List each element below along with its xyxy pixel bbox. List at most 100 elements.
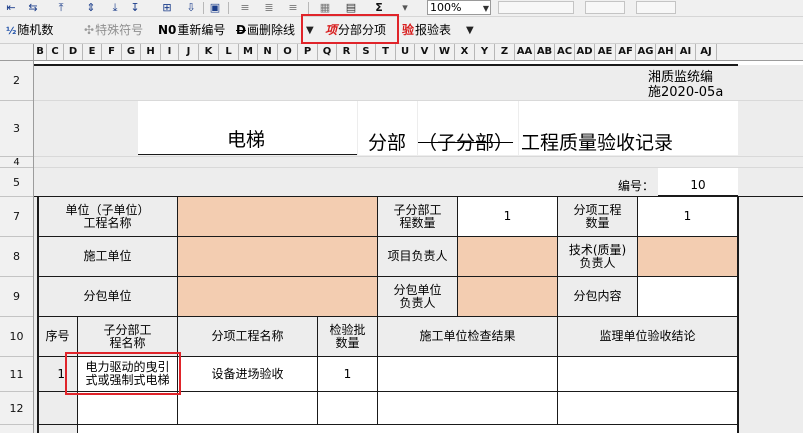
item-count-value[interactable]: 1 (638, 197, 738, 237)
row2-item[interactable] (178, 392, 318, 425)
random-icon: ½ (6, 26, 17, 37)
row1-check[interactable] (378, 357, 558, 392)
column-header-i[interactable]: I (161, 44, 179, 60)
column-header-o[interactable]: O (278, 44, 298, 60)
zoom-select[interactable]: 100% ▼ (427, 0, 491, 15)
column-header-z[interactable]: Z (495, 44, 515, 60)
line-spacing-icon[interactable]: ≡ (238, 1, 252, 14)
border-icon[interactable]: ▦ (318, 1, 332, 14)
fill-icon[interactable]: ⇩ (184, 1, 198, 14)
highlight-box-cell (65, 352, 181, 395)
sum-icon[interactable]: Σ (372, 1, 386, 14)
column-header-c[interactable]: C (47, 44, 64, 60)
row2-check[interactable] (378, 392, 558, 425)
column-header-f[interactable]: F (102, 44, 122, 60)
report-form-button[interactable]: 验报验表 (402, 17, 451, 44)
column-header-ai[interactable]: AI (676, 44, 696, 60)
column-header-p[interactable]: P (298, 44, 318, 60)
row1-count[interactable]: 1 (318, 357, 378, 392)
sub-count-value[interactable]: 1 (458, 197, 558, 237)
outdent-icon[interactable]: ≡ (286, 1, 300, 14)
column-header-af[interactable]: AF (616, 44, 636, 60)
column-header-j[interactable]: J (179, 44, 199, 60)
column-header-ab[interactable]: AB (535, 44, 555, 60)
column-header-g[interactable]: G (122, 44, 141, 60)
column-header-ac[interactable]: AC (555, 44, 575, 60)
column-header-h[interactable]: H (141, 44, 161, 60)
sub-content-field[interactable] (638, 277, 738, 317)
col-header-count: 检验批 数量 (318, 317, 378, 357)
row-header-4[interactable]: 4 (0, 157, 33, 168)
row-header-10[interactable]: 10 (0, 317, 33, 357)
chevron-down-icon: ▼ (482, 4, 489, 13)
row-header-5[interactable]: 5 (0, 168, 33, 197)
column-header-q[interactable]: Q (318, 44, 337, 60)
fill-color-select[interactable] (636, 1, 676, 14)
row-header-9[interactable]: 9 (0, 277, 33, 317)
row1-item[interactable]: 设备进场验收 (178, 357, 318, 392)
lock-icon[interactable]: ▣ (208, 1, 222, 14)
tech-leader-field[interactable] (638, 237, 738, 277)
row-header-7[interactable]: 7 (0, 197, 33, 237)
line-style-select[interactable] (498, 1, 574, 14)
align-center-icon[interactable]: ⇆ (26, 1, 40, 14)
row-header-2[interactable]: 2 (0, 61, 33, 101)
highlight-box-toolbar (301, 14, 399, 44)
column-header-u[interactable]: U (396, 44, 415, 60)
builder-label: 施工单位 (38, 237, 178, 277)
row2-conclusion[interactable] (558, 392, 738, 425)
sub-leader-field[interactable] (458, 277, 558, 317)
column-header-e[interactable]: E (83, 44, 102, 60)
column-header-k[interactable]: K (199, 44, 219, 60)
report-dropdown-icon[interactable]: ▼ (466, 17, 474, 44)
column-header-d[interactable]: D (64, 44, 83, 60)
column-header-r[interactable]: R (337, 44, 357, 60)
row-header-3[interactable]: 3 (0, 101, 33, 157)
table-icon[interactable]: ▤ (344, 1, 358, 14)
subcontractor-field[interactable] (178, 277, 378, 317)
column-header-b[interactable]: B (34, 44, 47, 60)
builder-field[interactable] (178, 237, 378, 277)
number-value[interactable]: 10 (658, 168, 738, 196)
column-header-s[interactable]: S (357, 44, 376, 60)
indent-icon[interactable]: ≣ (262, 1, 276, 14)
column-header-w[interactable]: W (435, 44, 455, 60)
align-middle-icon[interactable]: ⇕ (84, 1, 98, 14)
column-header-ad[interactable]: AD (575, 44, 595, 60)
column-header-aa[interactable]: AA (515, 44, 535, 60)
column-header-t[interactable]: T (376, 44, 396, 60)
delete-line-button[interactable]: D画删除线 (236, 17, 295, 44)
unit-name-field[interactable] (178, 197, 378, 237)
row2-count[interactable] (318, 392, 378, 425)
column-header-v[interactable]: V (415, 44, 435, 60)
border-color-select[interactable] (585, 1, 625, 14)
merge-cells-icon[interactable]: ⊞ (160, 1, 174, 14)
column-header-x[interactable]: X (455, 44, 475, 60)
column-header-aj[interactable]: AJ (696, 44, 717, 60)
dropdown-arrow-icon[interactable]: ▾ (398, 1, 412, 14)
row-header-11[interactable]: 11 (0, 357, 33, 392)
align-bottom-icon[interactable]: ⤓ (108, 1, 122, 14)
column-header-l[interactable]: L (219, 44, 239, 60)
renumber-button[interactable]: N0重新编号 (158, 17, 225, 44)
column-header-y[interactable]: Y (475, 44, 495, 60)
row2-no[interactable] (38, 392, 78, 425)
project-leader-field[interactable] (458, 237, 558, 277)
column-header-n[interactable]: N (258, 44, 278, 60)
row-header-8[interactable]: 8 (0, 237, 33, 277)
align-top-icon[interactable]: ⤒ (54, 1, 68, 14)
random-number-button[interactable]: ½随机数 (6, 17, 53, 44)
number-label: 编号： (618, 179, 655, 193)
row-header-12[interactable]: 12 (0, 392, 33, 425)
align-left-icon[interactable]: ⇤ (4, 1, 18, 14)
row2-subdivision[interactable] (78, 392, 178, 425)
row1-conclusion[interactable] (558, 357, 738, 392)
special-symbol-button[interactable]: ✣特殊符号 (84, 17, 143, 44)
vertical-align-icon[interactable]: ↧ (128, 1, 142, 14)
column-header-m[interactable]: M (239, 44, 258, 60)
sub-count-label: 子分部工 程数量 (378, 197, 458, 237)
column-header-ah[interactable]: AH (656, 44, 676, 60)
select-all-corner[interactable] (0, 44, 34, 60)
column-header-ae[interactable]: AE (595, 44, 616, 60)
column-header-ag[interactable]: AG (636, 44, 656, 60)
